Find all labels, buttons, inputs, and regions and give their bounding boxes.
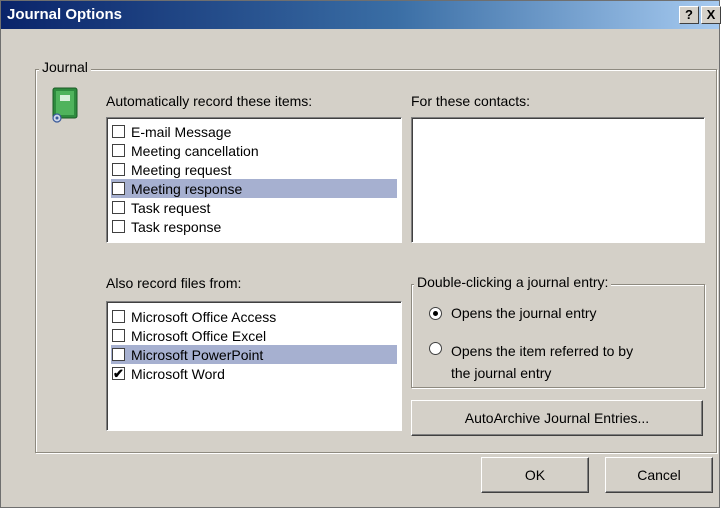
meeting-cancellation-checkbox[interactable] <box>112 144 125 157</box>
radio-button-selected[interactable] <box>429 307 442 320</box>
access-checkbox[interactable] <box>112 310 125 323</box>
list-item-label: Task request <box>131 199 211 216</box>
journal-group-label: Journal <box>39 59 91 75</box>
task-response-checkbox[interactable] <box>112 220 125 233</box>
record-item-task-response[interactable]: Task response <box>111 217 397 236</box>
record-item-meeting-cancellation[interactable]: Meeting cancellation <box>111 141 397 160</box>
title-bar[interactable]: Journal Options ? X <box>1 1 721 29</box>
help-button[interactable]: ? <box>679 6 699 24</box>
list-item-label: Microsoft Office Excel <box>131 327 267 344</box>
radio-label: Opens the item referred to by <box>451 343 634 359</box>
contacts-label: For these contacts: <box>411 93 531 109</box>
double-click-group-label: Double-clicking a journal entry: <box>414 274 612 290</box>
radio-label-block: Opens the item referred to by the journa… <box>451 340 633 384</box>
ok-button[interactable]: OK <box>481 457 589 493</box>
cancel-button[interactable]: Cancel <box>605 457 713 493</box>
autoarchive-journal-entries-button[interactable]: AutoArchive Journal Entries... <box>411 400 703 436</box>
record-item-task-request[interactable]: Task request <box>111 198 397 217</box>
record-file-word[interactable]: ✔ Microsoft Word <box>111 364 397 383</box>
record-item-email-message[interactable]: E-mail Message <box>111 122 397 141</box>
radio-opens-referred-item[interactable]: Opens the item referred to by the journa… <box>429 340 633 384</box>
contacts-list[interactable] <box>411 117 705 243</box>
list-item-label: Microsoft Office Access <box>131 308 277 325</box>
window-title: Journal Options <box>7 6 123 23</box>
radio-label-line2: the journal entry <box>451 365 552 381</box>
meeting-request-checkbox[interactable] <box>112 163 125 176</box>
record-items-label: Automatically record these items: <box>106 93 313 109</box>
list-item-label: E-mail Message <box>131 123 232 140</box>
task-request-checkbox[interactable] <box>112 201 125 214</box>
radio-label: Opens the journal entry <box>451 305 597 321</box>
list-item-label: Microsoft PowerPoint <box>131 346 264 363</box>
excel-checkbox[interactable] <box>112 329 125 342</box>
list-item-label: Microsoft Word <box>131 365 225 382</box>
record-file-access[interactable]: Microsoft Office Access <box>111 307 397 326</box>
list-item-label: Meeting cancellation <box>131 142 259 159</box>
record-item-meeting-response[interactable]: Meeting response <box>111 179 397 198</box>
meeting-response-checkbox[interactable] <box>112 182 125 195</box>
list-item-label: Task response <box>131 218 222 235</box>
record-files-list[interactable]: Microsoft Office Access Microsoft Office… <box>106 301 402 431</box>
record-item-meeting-request[interactable]: Meeting request <box>111 160 397 179</box>
radio-opens-journal-entry[interactable]: Opens the journal entry <box>429 305 597 321</box>
radio-button[interactable] <box>429 342 442 355</box>
list-item-label: Meeting request <box>131 161 232 178</box>
close-button[interactable]: X <box>701 6 721 24</box>
record-file-powerpoint[interactable]: Microsoft PowerPoint <box>111 345 397 364</box>
email-message-checkbox[interactable] <box>112 125 125 138</box>
word-checkbox[interactable]: ✔ <box>112 367 125 380</box>
journal-icon <box>52 87 78 123</box>
powerpoint-checkbox[interactable] <box>112 348 125 361</box>
list-item-label: Meeting response <box>131 180 243 197</box>
journal-options-dialog: Journal Options ? X Journal Automaticall… <box>0 0 721 508</box>
record-files-label: Also record files from: <box>106 275 242 291</box>
record-items-list[interactable]: E-mail Message Meeting cancellation Meet… <box>106 117 402 243</box>
record-file-excel[interactable]: Microsoft Office Excel <box>111 326 397 345</box>
